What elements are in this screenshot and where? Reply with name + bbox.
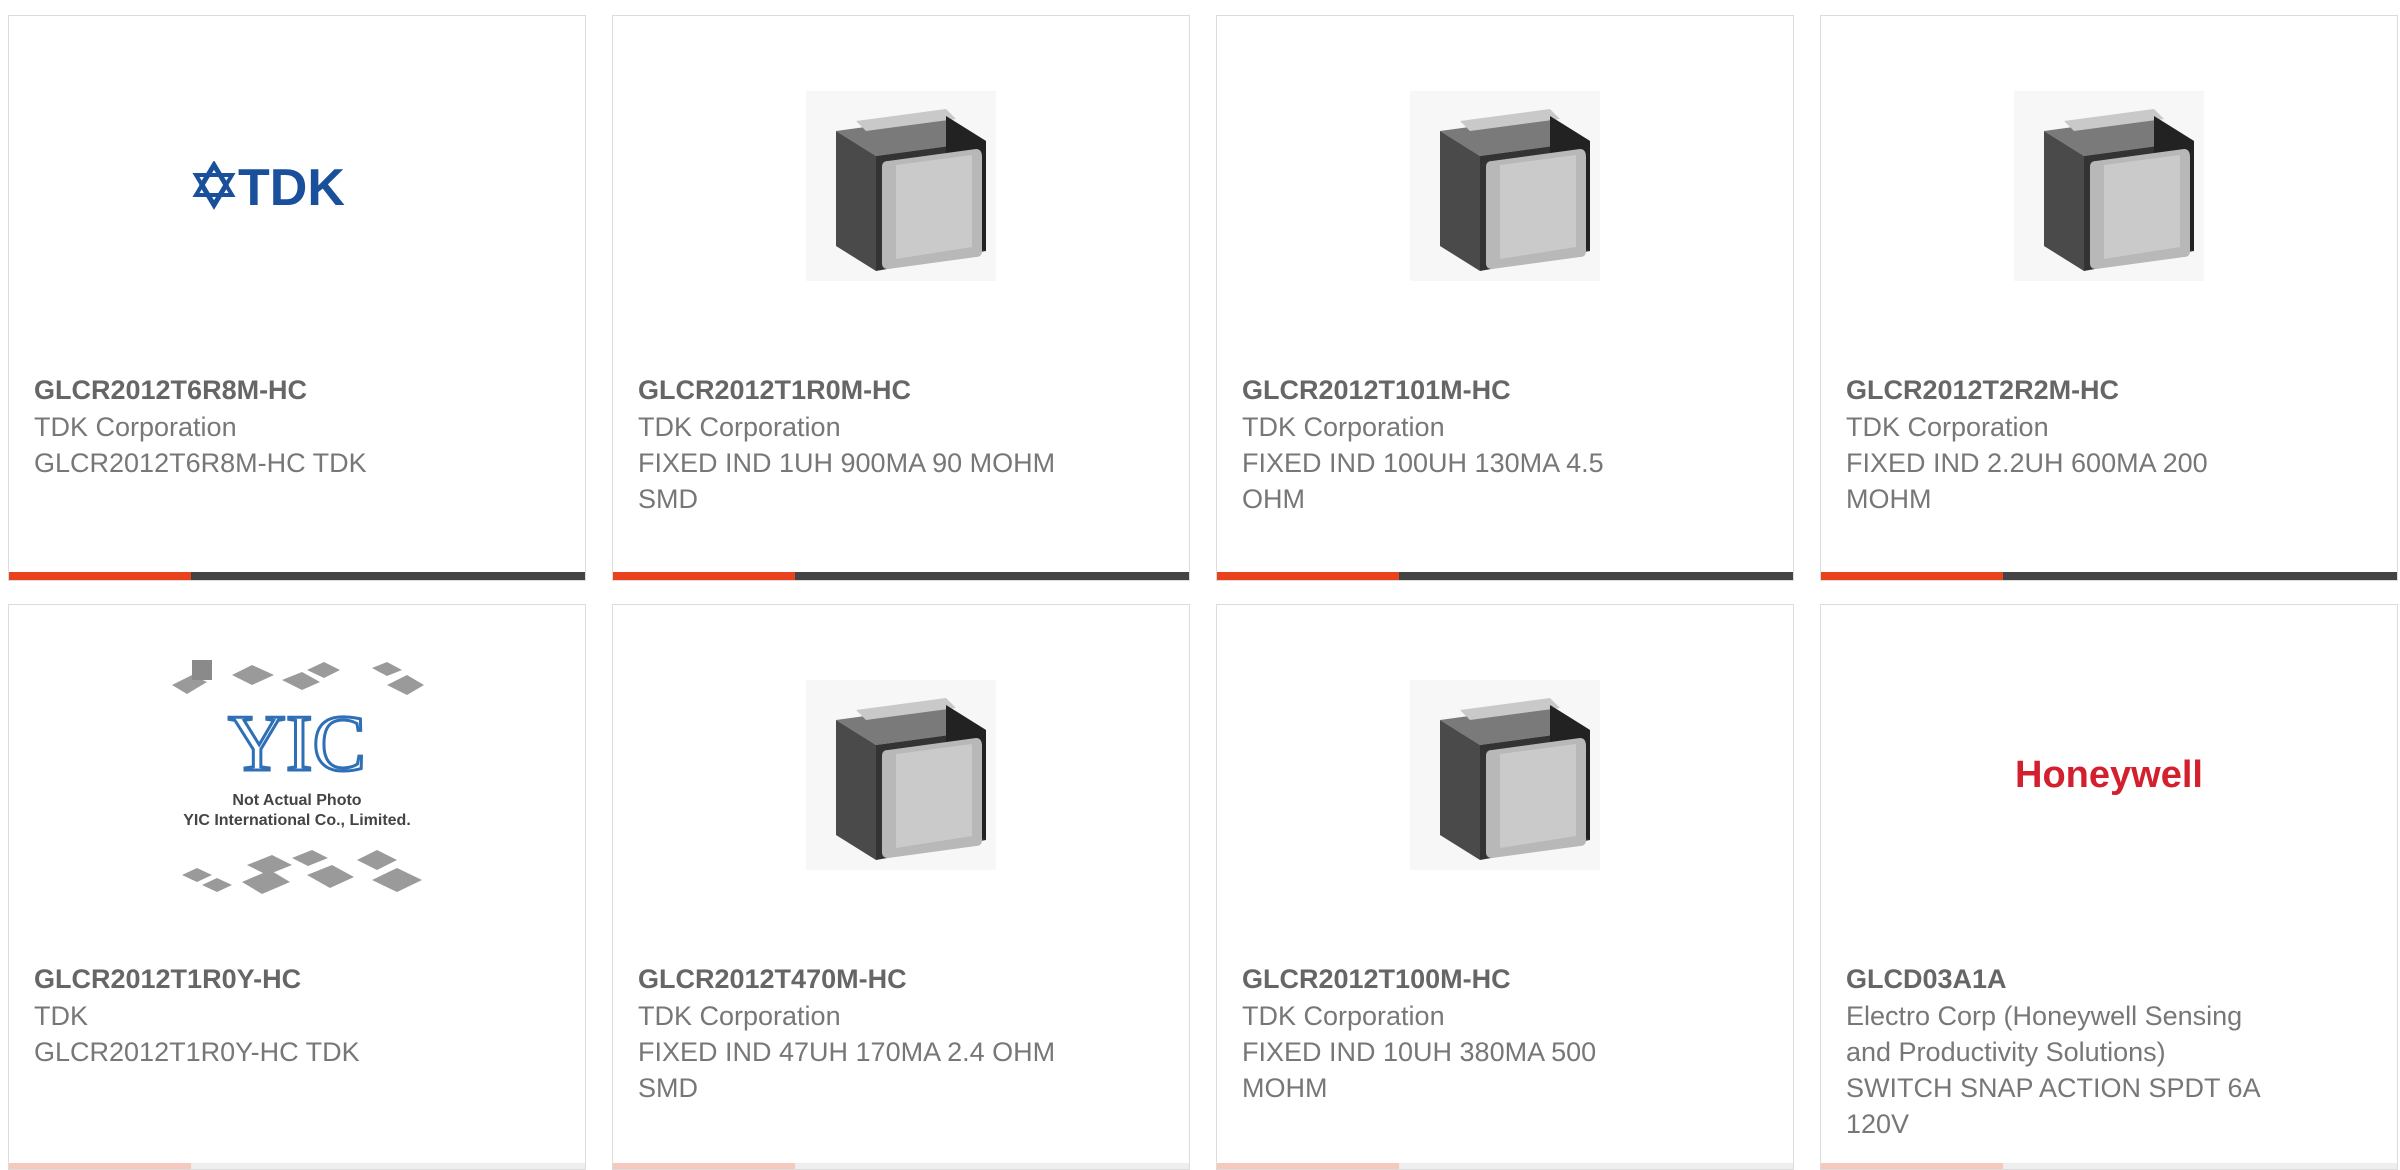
svg-text:TDK: TDK: [238, 161, 345, 211]
product-image[interactable]: [1217, 16, 1793, 356]
smd-inductor-icon: [1410, 680, 1600, 870]
product-image[interactable]: [613, 16, 1189, 356]
smd-inductor-icon: [2014, 91, 2204, 281]
part-number[interactable]: GLCR2012T470M-HC: [638, 960, 1058, 998]
svg-text:Not Actual Photo: Not Actual Photo: [232, 792, 361, 809]
product-card[interactable]: GLCR2012T100M-HC TDK Corporation FIXED I…: [1216, 604, 1794, 1170]
description: FIXED IND 47UH 170MA 2.4 OHM SMD: [638, 1037, 1056, 1103]
tdk-logo-icon: TDK: [192, 161, 345, 211]
smd-inductor-icon: [1410, 91, 1600, 281]
part-number[interactable]: GLCD03A1A: [1846, 960, 2266, 998]
card-bottom-bar: [1217, 572, 1793, 580]
manufacturer: TDK Corporation: [1846, 412, 2049, 442]
product-info: GLCR2012T2R2M-HC TDK Corporation FIXED I…: [1846, 371, 2266, 517]
product-info: GLCR2012T1R0M-HC TDK Corporation FIXED I…: [638, 371, 1058, 517]
card-bottom-bar: [1821, 572, 2397, 580]
part-number[interactable]: GLCR2012T100M-HC: [1242, 960, 1662, 998]
product-info: GLCD03A1A Electro Corp (Honeywell Sensin…: [1846, 960, 2266, 1142]
product-card[interactable]: GLCR2012T470M-HC TDK Corporation FIXED I…: [612, 604, 1190, 1170]
part-number[interactable]: GLCR2012T101M-HC: [1242, 371, 1662, 409]
card-accent-bar: [1821, 1163, 2003, 1169]
svg-text:YIC: YIC: [228, 700, 366, 788]
manufacturer: TDK Corporation: [638, 1001, 841, 1031]
description: FIXED IND 2.2UH 600MA 200 MOHM: [1846, 448, 2208, 514]
product-card[interactable]: GLCR2012T1R0M-HC TDK Corporation FIXED I…: [612, 15, 1190, 581]
description: FIXED IND 10UH 380MA 500 MOHM: [1242, 1037, 1597, 1103]
product-image[interactable]: [1821, 16, 2397, 356]
card-accent-bar: [9, 572, 191, 580]
manufacturer: TDK Corporation: [1242, 1001, 1445, 1031]
description: GLCR2012T1R0Y-HC TDK: [34, 1037, 360, 1067]
product-card[interactable]: GLCR2012T2R2M-HC TDK Corporation FIXED I…: [1820, 15, 2398, 581]
product-image[interactable]: [613, 605, 1189, 945]
manufacturer: TDK Corporation: [1242, 412, 1445, 442]
product-info: GLCR2012T470M-HC TDK Corporation FIXED I…: [638, 960, 1058, 1106]
product-image[interactable]: TDK: [9, 16, 585, 356]
card-accent-bar: [613, 572, 795, 580]
card-accent-bar: [613, 1163, 795, 1169]
product-info: GLCR2012T101M-HC TDK Corporation FIXED I…: [1242, 371, 1662, 517]
product-card[interactable]: TDK GLCR2012T6R8M-HC TDK Corporation GLC…: [8, 15, 586, 581]
svg-text:YIC International Co., Limited: YIC International Co., Limited.: [183, 812, 411, 829]
card-bottom-bar: [613, 572, 1189, 580]
product-card[interactable]: GLCR2012T101M-HC TDK Corporation FIXED I…: [1216, 15, 1794, 581]
manufacturer: TDK Corporation: [34, 412, 237, 442]
part-number[interactable]: GLCR2012T1R0Y-HC: [34, 960, 454, 998]
product-card[interactable]: Honeywell GLCD03A1A Electro Corp (Honeyw…: [1820, 604, 2398, 1170]
card-bottom-bar: [613, 1163, 1189, 1169]
card-bottom-bar: [9, 1163, 585, 1169]
manufacturer: TDK: [34, 1001, 88, 1031]
part-number[interactable]: GLCR2012T6R8M-HC: [34, 371, 454, 409]
product-card[interactable]: YIC Not Actual Photo YIC International C…: [8, 604, 586, 1170]
product-info: GLCR2012T1R0Y-HC TDK GLCR2012T1R0Y-HC TD…: [34, 960, 454, 1070]
not-actual-photo-icon: YIC Not Actual Photo YIC International C…: [172, 660, 424, 894]
smd-inductor-icon: [806, 91, 996, 281]
description: FIXED IND 100UH 130MA 4.5 OHM: [1242, 448, 1604, 514]
product-image[interactable]: Honeywell: [1821, 605, 2397, 945]
svg-text:Honeywell: Honeywell: [2015, 754, 2203, 796]
part-number[interactable]: GLCR2012T2R2M-HC: [1846, 371, 2266, 409]
description: FIXED IND 1UH 900MA 90 MOHM SMD: [638, 448, 1056, 514]
card-accent-bar: [1217, 572, 1399, 580]
product-grid: TDK GLCR2012T6R8M-HC TDK Corporation GLC…: [0, 0, 2400, 1170]
description: SWITCH SNAP ACTION SPDT 6A 120V: [1846, 1073, 2260, 1139]
card-accent-bar: [1217, 1163, 1399, 1169]
smd-inductor-icon: [806, 680, 996, 870]
honeywell-logo-icon: Honeywell: [2015, 754, 2203, 796]
card-bottom-bar: [1217, 1163, 1793, 1169]
card-accent-bar: [1821, 572, 2003, 580]
card-accent-bar: [9, 1163, 191, 1169]
product-image[interactable]: YIC Not Actual Photo YIC International C…: [9, 605, 585, 945]
card-bottom-bar: [1821, 1163, 2397, 1169]
product-info: GLCR2012T100M-HC TDK Corporation FIXED I…: [1242, 960, 1662, 1106]
description: GLCR2012T6R8M-HC TDK: [34, 448, 367, 478]
product-image[interactable]: [1217, 605, 1793, 945]
part-number[interactable]: GLCR2012T1R0M-HC: [638, 371, 1058, 409]
card-bottom-bar: [9, 572, 585, 580]
product-info: GLCR2012T6R8M-HC TDK Corporation GLCR201…: [34, 371, 454, 481]
manufacturer: Electro Corp (Honeywell Sensing and Prod…: [1846, 1001, 2243, 1067]
manufacturer: TDK Corporation: [638, 412, 841, 442]
